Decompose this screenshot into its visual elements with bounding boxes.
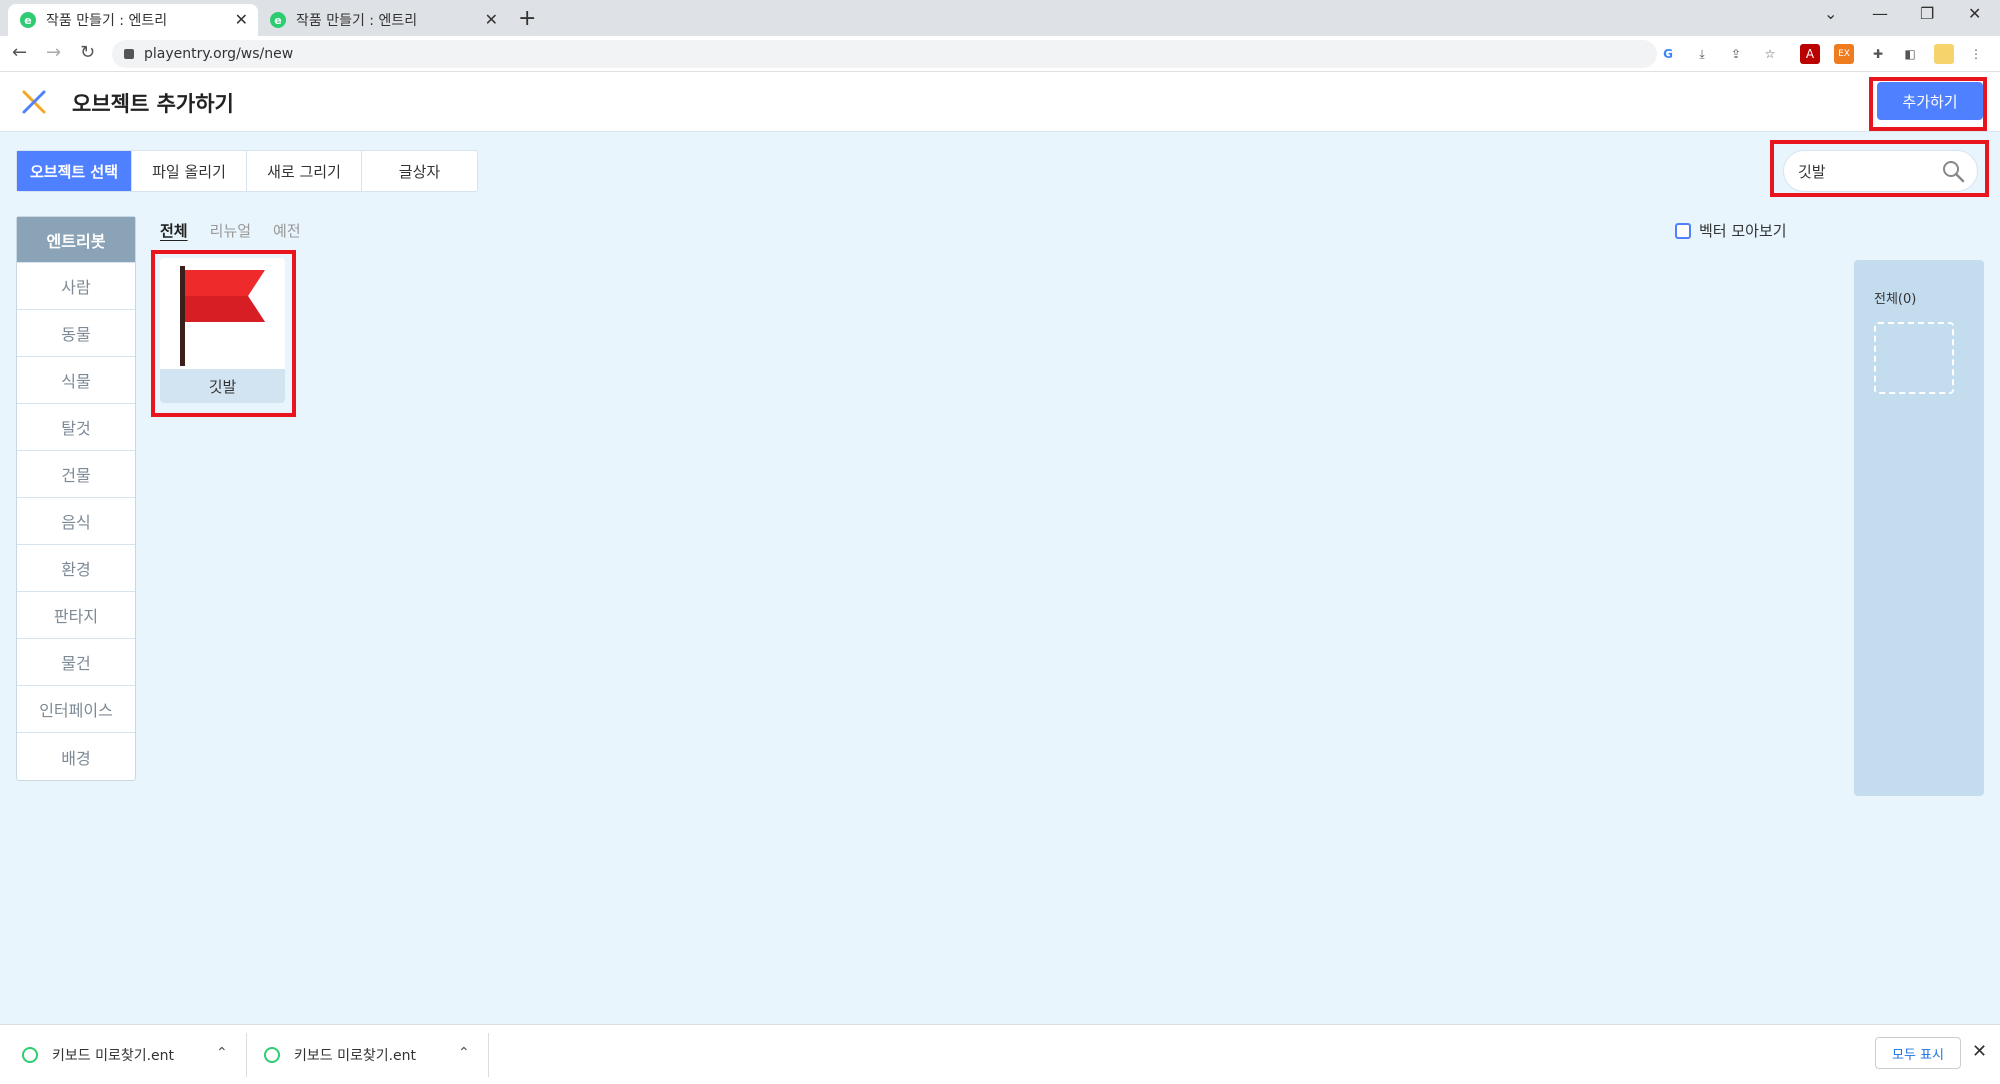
category-things[interactable]: 물건 [17, 639, 135, 686]
pdf-extension-icon[interactable]: A [1800, 44, 1820, 64]
tab-renewal[interactable]: 리뉴얼 [210, 220, 251, 241]
reload-icon[interactable]: ↻ [80, 42, 95, 63]
category-fantasy[interactable]: 판타지 [17, 592, 135, 639]
empty-slot [1874, 322, 1954, 394]
new-tab-icon[interactable]: + [518, 6, 536, 31]
close-tab-icon[interactable]: ✕ [485, 10, 498, 29]
chevron-up-icon[interactable]: ⌃ [216, 1045, 228, 1061]
category-interface[interactable]: 인터페이스 [17, 686, 135, 733]
ex-extension-icon[interactable]: EX [1834, 44, 1854, 64]
restore-icon[interactable]: ❐ [1920, 4, 1934, 23]
tab-upload-file[interactable]: 파일 올리기 [132, 151, 247, 191]
tab-new-drawing[interactable]: 새로 그리기 [247, 151, 362, 191]
app-header: 오브젝트 추가하기 추가하기 [0, 72, 2000, 132]
page-title: 오브젝트 추가하기 [72, 92, 234, 116]
google-icon[interactable]: G [1658, 44, 1678, 64]
browser-tab-1[interactable]: e 작품 만들기 : 엔트리 ✕ [8, 4, 258, 36]
download-item[interactable]: 키보드 미로찾기.ent [264, 1025, 416, 1084]
forward-icon[interactable]: → [46, 42, 61, 63]
bookmark-star-icon[interactable]: ☆ [1760, 44, 1780, 64]
tab-title: 작품 만들기 : 엔트리 [296, 13, 418, 29]
entry-favicon-icon: e [270, 12, 286, 28]
url-text: playentry.org/ws/new [144, 46, 294, 62]
tab-old[interactable]: 예전 [273, 220, 301, 241]
close-icon[interactable] [20, 88, 48, 116]
tab-all[interactable]: 전체 [160, 220, 188, 241]
close-icon[interactable]: ✕ [1972, 1041, 1987, 1062]
menu-dots-icon[interactable]: ⋮ [1966, 44, 1986, 64]
selected-objects-panel: 전체(0) [1854, 260, 1984, 796]
browser-toolbar: ← → ↻ playentry.org/ws/new G ⤓ ⇪ ☆ A EX … [0, 36, 2000, 72]
tab-select-object[interactable]: 오브젝트 선택 [17, 151, 132, 191]
download-bar: 키보드 미로찾기.ent ⌃ 키보드 미로찾기.ent ⌃ 모두 표시 ✕ [0, 1024, 2000, 1083]
tab-title: 작품 만들기 : 엔트리 [46, 13, 168, 29]
tab-textbox[interactable]: 글상자 [362, 151, 477, 191]
style-tabs: 전체 리뉴얼 예전 [160, 220, 301, 241]
download-filename: 키보드 미로찾기.ent [294, 1047, 417, 1064]
category-background[interactable]: 배경 [17, 733, 135, 780]
category-food[interactable]: 음식 [17, 498, 135, 545]
selected-count-label: 전체(0) [1874, 292, 1917, 307]
category-vehicles[interactable]: 탈것 [17, 404, 135, 451]
profile-icon[interactable] [1934, 44, 1954, 64]
browser-tab-2[interactable]: e 작품 만들기 : 엔트리 ✕ [258, 4, 508, 36]
minimize-icon[interactable]: — [1872, 4, 1888, 23]
download-filename: 키보드 미로찾기.ent [52, 1047, 175, 1064]
category-list: 엔트리봇 사람 동물 식물 탈것 건물 음식 환경 판타지 물건 인터페이스 배… [16, 216, 136, 781]
share-icon[interactable]: ⇪ [1726, 44, 1746, 64]
chevron-up-icon[interactable]: ⌃ [458, 1045, 470, 1061]
category-plants[interactable]: 식물 [17, 357, 135, 404]
window-close-icon[interactable]: ✕ [1968, 4, 1981, 23]
back-icon[interactable]: ← [12, 42, 27, 63]
close-tab-icon[interactable]: ✕ [235, 10, 248, 29]
download-file-icon [264, 1046, 280, 1063]
divider [246, 1033, 247, 1077]
category-animals[interactable]: 동물 [17, 310, 135, 357]
vector-label: 벡터 모아보기 [1699, 222, 1787, 240]
category-people[interactable]: 사람 [17, 263, 135, 310]
highlight-box [151, 250, 296, 417]
download-item[interactable]: 키보드 미로찾기.ent [22, 1025, 174, 1084]
object-picker: 오브젝트 선택 파일 올리기 새로 그리기 글상자 깃발 엔트리봇 사람 동물 … [0, 132, 2000, 1024]
address-bar[interactable]: playentry.org/ws/new [112, 40, 1657, 68]
show-all-button[interactable]: 모두 표시 [1875, 1037, 1961, 1069]
extensions-puzzle-icon[interactable]: ✚ [1868, 44, 1888, 64]
highlight-box [1869, 77, 1987, 131]
install-icon[interactable]: ⤓ [1692, 44, 1712, 64]
highlight-box [1770, 140, 1989, 197]
source-tabs: 오브젝트 선택 파일 올리기 새로 그리기 글상자 [16, 150, 478, 192]
tab-search-chevron-icon[interactable]: ⌄ [1824, 4, 1837, 23]
entry-favicon-icon: e [20, 12, 36, 28]
lock-icon [124, 49, 134, 59]
divider [488, 1033, 489, 1077]
category-buildings[interactable]: 건물 [17, 451, 135, 498]
side-panel-icon[interactable]: ◧ [1900, 44, 1920, 64]
vector-toggle[interactable]: 벡터 모아보기 [1675, 220, 1787, 241]
browser-tab-strip: e 작품 만들기 : 엔트리 ✕ e 작품 만들기 : 엔트리 ✕ + ⌄ — … [0, 0, 2000, 36]
category-environment[interactable]: 환경 [17, 545, 135, 592]
vector-checkbox[interactable] [1675, 222, 1691, 239]
category-entrybot[interactable]: 엔트리봇 [17, 217, 135, 263]
download-file-icon [22, 1046, 38, 1063]
